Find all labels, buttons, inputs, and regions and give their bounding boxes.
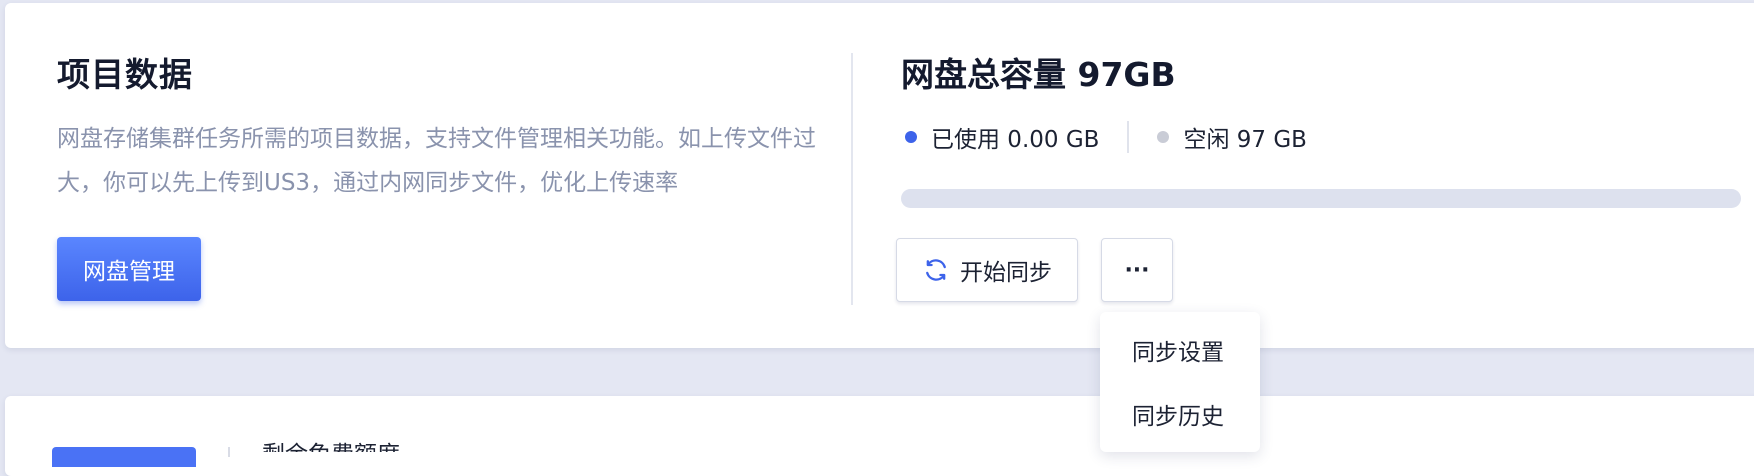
menu-item-sync-history[interactable]: 同步历史 [1100,382,1260,446]
free-label: 空闲 97 GB [1183,127,1307,153]
start-sync-label: 开始同步 [960,260,1052,286]
used-label: 已使用 0.00 GB [931,127,1100,153]
next-card [5,396,1754,476]
storage-progress-bar [901,189,1741,208]
storage-title: 网盘总容量 97GB [901,55,1176,94]
menu-item-sync-settings[interactable]: 同步设置 [1100,318,1260,382]
project-title: 项目数据 [57,55,193,94]
used-dot-icon [905,131,917,143]
project-description: 网盘存储集群任务所需的项目数据，支持文件管理相关功能。如上传文件过大，你可以先上… [57,126,816,196]
disk-manage-button[interactable]: 网盘管理 [57,237,201,301]
next-card-text: 剩余免费额度 [262,442,400,452]
more-options-dropdown: 同步设置 同步历史 [1100,312,1260,452]
start-sync-button[interactable]: 开始同步 [896,238,1078,302]
next-card-button[interactable] [52,447,196,467]
next-card-divider [228,447,230,457]
stats-divider [1127,121,1130,153]
free-dot-icon [1157,131,1170,143]
project-data-card: 项目数据 网盘存储集群任务所需的项目数据，支持文件管理相关功能。如上传文件过大，… [5,3,1754,348]
section-divider [851,53,853,305]
more-options-button[interactable]: ··· [1101,238,1173,302]
storage-stats: 已使用 0.00 GB 空闲 97 GB [905,120,1307,154]
refresh-icon [926,259,946,281]
